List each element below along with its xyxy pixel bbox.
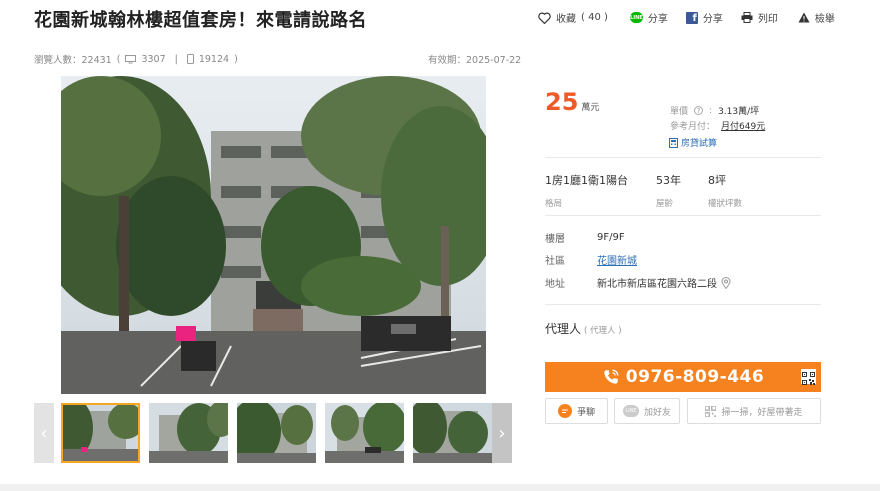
favorite-count: ( 40 ): [581, 12, 608, 23]
chevron-left-icon: ‹: [40, 422, 48, 444]
floor-label: 樓層: [545, 234, 565, 245]
address-label: 地址: [545, 279, 565, 290]
floor-row: 樓層 9F/9F: [545, 230, 625, 245]
unit-price-row: 單價 ? : 3.13萬/坪: [670, 105, 760, 118]
unit-price-label: 單價: [670, 107, 689, 117]
facebook-icon: f: [685, 11, 698, 24]
scan-label: 掃一掃，好屋帶著走: [721, 407, 803, 418]
report-label: 檢舉: [814, 14, 835, 25]
chat-button[interactable]: 爭聊: [545, 398, 608, 424]
report-button[interactable]: 檢舉: [798, 10, 835, 25]
print-label: 列印: [757, 14, 778, 25]
thumbnail-strip: ‹ ›: [34, 403, 512, 463]
thumbnail-2[interactable]: [149, 403, 228, 463]
favorite-label: 收藏: [556, 14, 576, 25]
qr-scan-icon: [705, 405, 717, 417]
scan-qr-button[interactable]: 掃一掃，好屋帶著走: [687, 398, 821, 424]
price-unit: 萬元: [581, 103, 600, 113]
community-link[interactable]: 花園新城: [597, 252, 637, 267]
address-row: 地址 新北市新店區花園六路二段: [545, 275, 731, 290]
mobile-views: 19124: [198, 53, 230, 65]
spec-age-value: 53年: [656, 174, 681, 187]
phone-icon: [604, 369, 619, 384]
desktop-icon: [125, 54, 137, 63]
community-label: 社區: [545, 256, 565, 267]
divider: [545, 304, 821, 305]
heart-icon: [538, 12, 551, 24]
qr-code-icon[interactable]: [801, 369, 816, 385]
mobile-icon: [186, 54, 194, 64]
thumbnail-next-button[interactable]: ›: [492, 403, 512, 463]
facebook-share-label: 分享: [702, 14, 723, 25]
pc-views: 3307: [141, 53, 166, 65]
community-row: 社區 花園新城: [545, 252, 637, 267]
spec-age-label: 屋齡: [656, 199, 674, 209]
loan-calculator-label: 房貸試算: [681, 139, 718, 149]
thumbnail-1[interactable]: [61, 403, 140, 463]
line-share-button[interactable]: LINE 分享: [629, 10, 668, 25]
spec-area-value: 8坪: [708, 174, 726, 187]
chat-label: 爭聊: [576, 407, 595, 418]
agent-label: 代理人: [545, 322, 582, 336]
chevron-right-icon: ›: [498, 422, 506, 444]
address-value: 新北市新店區花園六路二段: [597, 279, 717, 290]
main-photo[interactable]: [61, 76, 486, 394]
action-bar: 收藏 ( 40 ) LINE 分享 f 分享 列印 檢舉: [538, 10, 835, 25]
thumbnail-3[interactable]: [237, 403, 316, 463]
thumbnail-5[interactable]: [413, 403, 492, 463]
phone-number: 0976-809-446: [625, 367, 765, 387]
warning-icon: [798, 12, 810, 23]
valid-date: 有效期：2025-07-22: [428, 55, 522, 66]
listing-title: 花園新城翰林樓超值套房！來電請說路名: [34, 10, 367, 31]
monthly-payment-link[interactable]: 月付649元: [721, 119, 765, 132]
call-button[interactable]: 0976-809-446: [545, 362, 821, 392]
add-friend-button[interactable]: LINE 加好友: [614, 398, 680, 424]
line-share-label: 分享: [647, 14, 668, 25]
question-icon[interactable]: ?: [694, 106, 704, 115]
divider: [545, 157, 821, 158]
floor-value: 9F/9F: [597, 232, 625, 243]
line-icon: LINE: [629, 12, 643, 23]
spec-layout-value: 1房1廳1衛1陽台: [545, 174, 628, 187]
thumbnail-prev-button[interactable]: ‹: [34, 403, 54, 463]
divider: [545, 215, 821, 216]
chat-icon: [557, 404, 572, 418]
calculator-icon: [669, 137, 678, 148]
monthly-label: 參考月付：: [670, 122, 716, 132]
spec-layout: 1房1廳1衛1陽台 格局: [545, 172, 628, 209]
line-friend-icon: LINE: [622, 405, 639, 417]
printer-icon: [741, 12, 753, 23]
view-stats: 瀏覽人數：22431 ( 3307 | 19124 ): [34, 53, 238, 67]
spec-layout-label: 格局: [545, 199, 563, 209]
unit-price-value: 3.13萬/坪: [718, 107, 760, 117]
price: 25 萬元: [545, 88, 599, 116]
footer-divider: [0, 484, 880, 491]
monthly-payment-row: 參考月付： 月付649元: [670, 119, 765, 132]
print-button[interactable]: 列印: [741, 10, 778, 25]
favorite-button[interactable]: 收藏 ( 40 ): [538, 10, 608, 25]
views-total: 瀏覽人數：22431: [34, 55, 112, 66]
price-amount: 25: [545, 88, 579, 116]
spec-area: 8坪 權狀坪數: [708, 172, 742, 209]
agent-sub: ( 代理人 ): [584, 326, 622, 336]
spec-age: 53年 屋齡: [656, 172, 681, 209]
add-friend-label: 加好友: [643, 407, 671, 418]
spec-area-label: 權狀坪數: [708, 199, 743, 209]
facebook-share-button[interactable]: f 分享: [685, 10, 723, 25]
map-pin-icon[interactable]: [721, 276, 731, 289]
agent: 代理人 ( 代理人 ): [545, 320, 622, 337]
building-photo-image: [61, 76, 486, 394]
loan-calculator-link[interactable]: 房貸試算: [669, 136, 717, 149]
thumbnail-4[interactable]: [325, 403, 404, 463]
